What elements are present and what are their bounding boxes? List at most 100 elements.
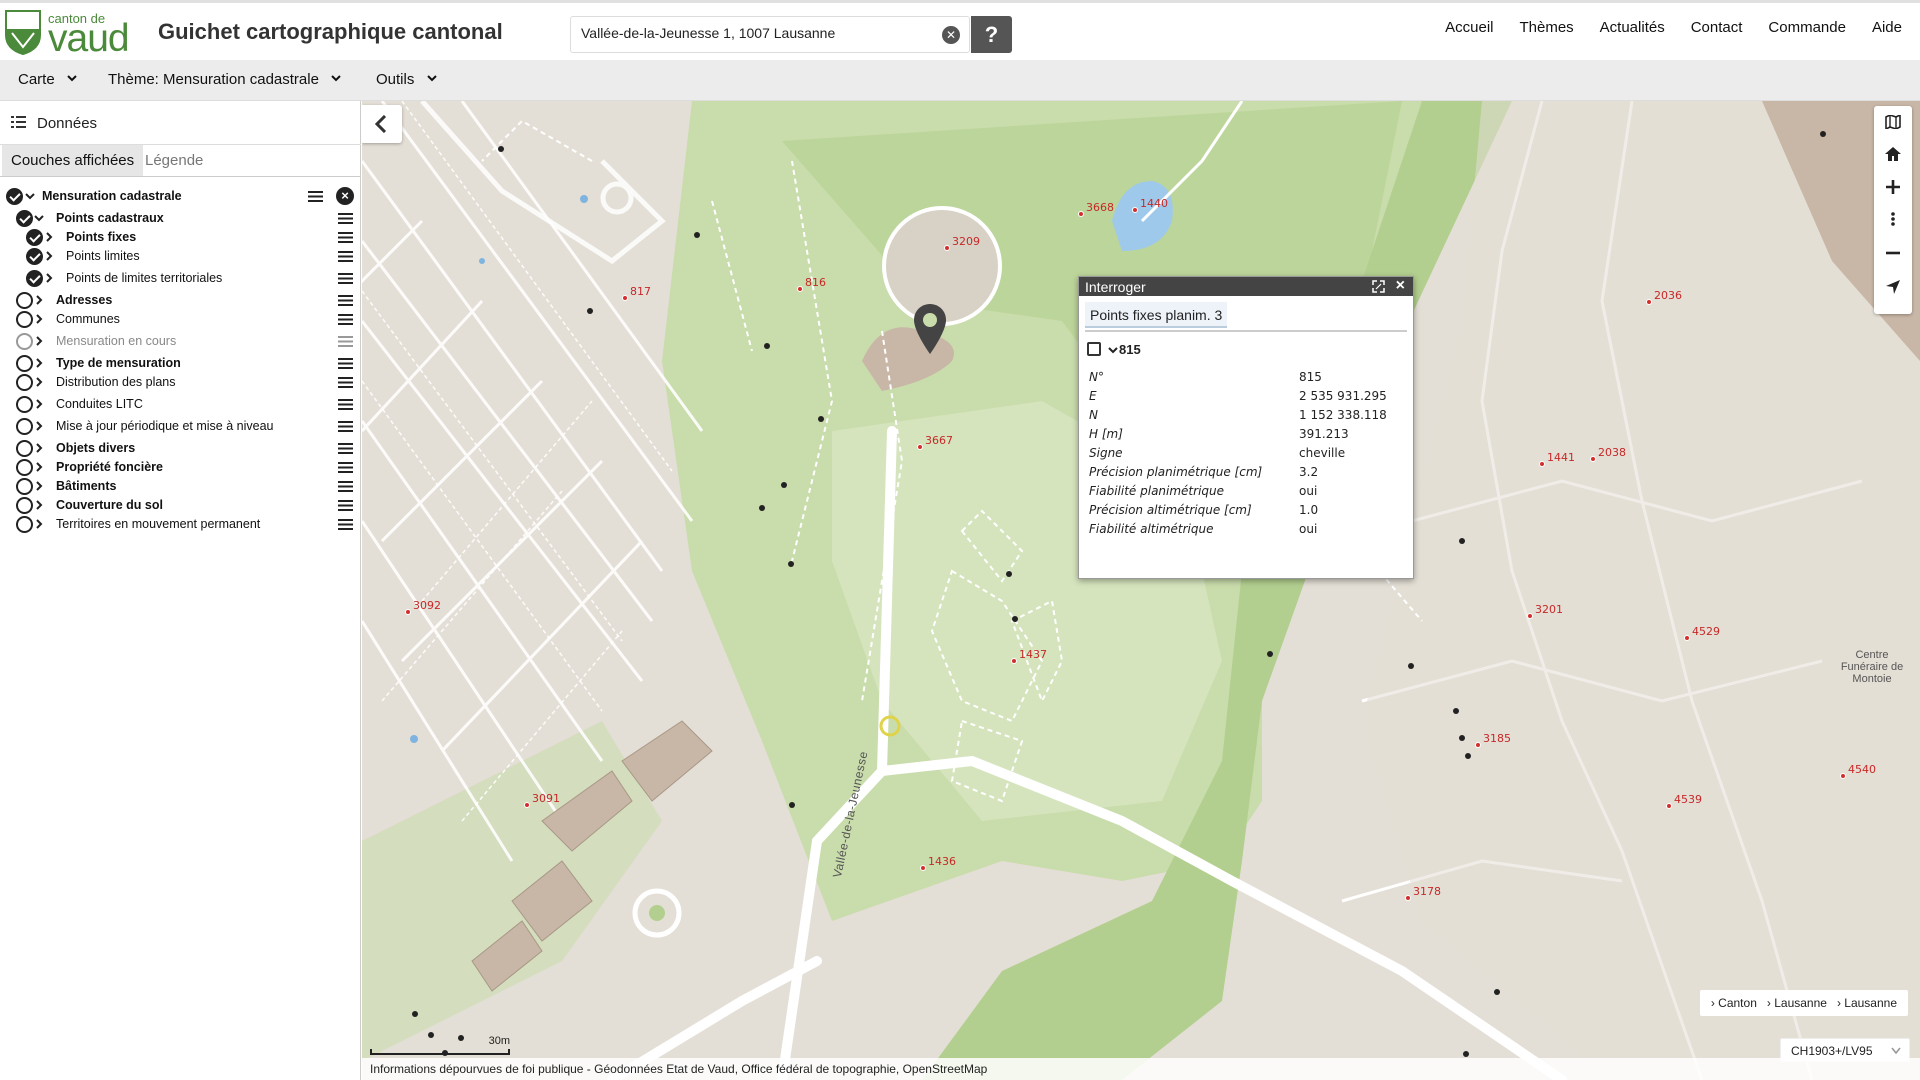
popup-close-icon[interactable]: × [1396,277,1405,295]
map-basemap[interactable] [362,101,1920,1080]
address-search[interactable]: ✕ [570,16,970,53]
popup-layer-tab[interactable]: Points fixes planim. 3 [1085,302,1407,332]
help-button[interactable]: ? [971,16,1012,53]
cadastral-point-marker[interactable] [1527,613,1533,619]
layer-row[interactable]: Mensuration en cours [0,330,361,352]
layer-visibility-toggle[interactable] [16,374,33,391]
canton-logo[interactable]: canton de vaud [4,9,130,59]
boundary-point-marker[interactable] [781,482,787,488]
geolocate-button[interactable] [1874,270,1912,303]
fullscreen-icon[interactable] [1372,280,1385,293]
boundary-point-marker[interactable] [759,505,765,511]
chevron-right-icon[interactable] [34,499,44,511]
more-options-button[interactable] [1874,202,1912,235]
layer-menu-icon[interactable] [338,500,353,511]
layer-row[interactable]: Mise à jour périodique et mise à niveau [0,415,361,437]
boundary-point-marker[interactable] [1459,538,1465,544]
boundary-point-marker[interactable] [789,802,795,808]
chevron-right-icon[interactable] [34,357,44,369]
cadastral-point-marker[interactable] [1590,456,1596,462]
cadastral-point-marker[interactable] [405,609,411,615]
layer-menu-icon[interactable] [338,273,353,284]
layer-menu-icon[interactable] [338,213,353,224]
boundary-point-marker[interactable] [1465,753,1471,759]
layer-menu-icon[interactable] [338,336,353,347]
boundary-point-marker[interactable] [1459,735,1465,741]
layer-row[interactable]: Points de limites territoriales [0,267,361,289]
boundary-point-marker[interactable] [694,232,700,238]
layer-visibility-toggle[interactable] [16,497,33,514]
chevron-right-icon[interactable] [34,294,44,306]
layer-menu-icon[interactable] [308,191,323,202]
cadastral-point-marker[interactable] [1840,773,1846,779]
boundary-point-marker[interactable] [764,343,770,349]
cadastral-point-marker[interactable] [622,295,628,301]
layer-menu-icon[interactable] [338,295,353,306]
nav-aide[interactable]: Aide [1872,19,1902,36]
boundary-point-marker[interactable] [1006,571,1012,577]
layer-menu-icon[interactable] [338,358,353,369]
layer-menu-icon[interactable] [338,519,353,530]
nav-accueil[interactable]: Accueil [1445,19,1493,36]
feature-checkbox[interactable] [1087,342,1101,356]
cadastral-point-marker[interactable] [1666,803,1672,809]
layer-row[interactable]: Conduites LITC [0,393,361,415]
layer-visibility-toggle[interactable] [16,516,33,533]
layer-visibility-toggle[interactable] [16,478,33,495]
layer-row[interactable]: Territoires en mouvement permanent [0,513,361,535]
layer-menu-icon[interactable] [338,443,353,454]
layer-visibility-toggle[interactable] [16,311,33,328]
layer-menu-icon[interactable] [338,481,353,492]
chevron-right-icon[interactable] [34,480,44,492]
nav-themes[interactable]: Thèmes [1519,19,1573,36]
layer-visibility-toggle[interactable] [6,188,23,205]
boundary-point-marker[interactable] [1453,708,1459,714]
layer-visibility-toggle[interactable] [26,248,43,265]
boundary-point-marker[interactable] [1494,989,1500,995]
layer-menu-icon[interactable] [338,399,353,410]
theme-menu[interactable]: Thème: Mensuration cadastrale [108,71,341,88]
layer-visibility-toggle[interactable] [16,440,33,457]
boundary-point-marker[interactable] [498,146,504,152]
outils-menu[interactable]: Outils [376,71,437,88]
cadastral-point-marker[interactable] [920,865,926,871]
zoom-in-button[interactable] [1874,170,1912,203]
layer-row[interactable]: Communes [0,308,361,330]
layer-visibility-toggle[interactable] [16,210,33,227]
layer-visibility-toggle[interactable] [16,418,33,435]
nav-actualites[interactable]: Actualités [1600,19,1665,36]
chevron-down-icon[interactable] [34,212,44,224]
layer-menu-icon[interactable] [338,462,353,473]
nav-contact[interactable]: Contact [1691,19,1743,36]
chevron-right-icon[interactable] [34,335,44,347]
cadastral-point-marker[interactable] [1684,635,1690,641]
layer-menu-icon[interactable] [338,314,353,325]
basemap-button[interactable] [1874,106,1912,139]
breadcrumb-canton[interactable]: › Canton [1711,996,1757,1010]
boundary-point-marker[interactable] [818,416,824,422]
layer-row[interactable]: Distribution des plans [0,371,361,393]
chevron-right-icon[interactable] [34,518,44,530]
chevron-right-icon[interactable] [34,398,44,410]
chevron-right-icon[interactable] [34,461,44,473]
chevron-right-icon[interactable] [44,250,54,262]
layer-visibility-toggle[interactable] [16,459,33,476]
home-button[interactable] [1874,138,1912,171]
location-pin-icon[interactable] [914,304,946,354]
nav-commande[interactable]: Commande [1768,19,1846,36]
cadastral-point-marker[interactable] [917,444,923,450]
search-input[interactable] [581,25,931,41]
layer-visibility-toggle[interactable] [26,270,43,287]
zoom-out-button[interactable] [1874,236,1912,269]
layer-visibility-toggle[interactable] [16,355,33,372]
chevron-down-icon[interactable] [25,190,35,202]
layer-row[interactable]: Mensuration cadastrale × [0,185,361,207]
carte-menu[interactable]: Carte [18,71,77,88]
layer-visibility-toggle[interactable] [16,333,33,350]
chevron-right-icon[interactable] [44,231,54,243]
boundary-point-marker[interactable] [1463,1051,1469,1057]
cadastral-point-marker[interactable] [797,286,803,292]
cadastral-point-marker[interactable] [1539,461,1545,467]
cadastral-point-marker[interactable] [1078,211,1084,217]
boundary-point-marker[interactable] [1267,651,1273,657]
